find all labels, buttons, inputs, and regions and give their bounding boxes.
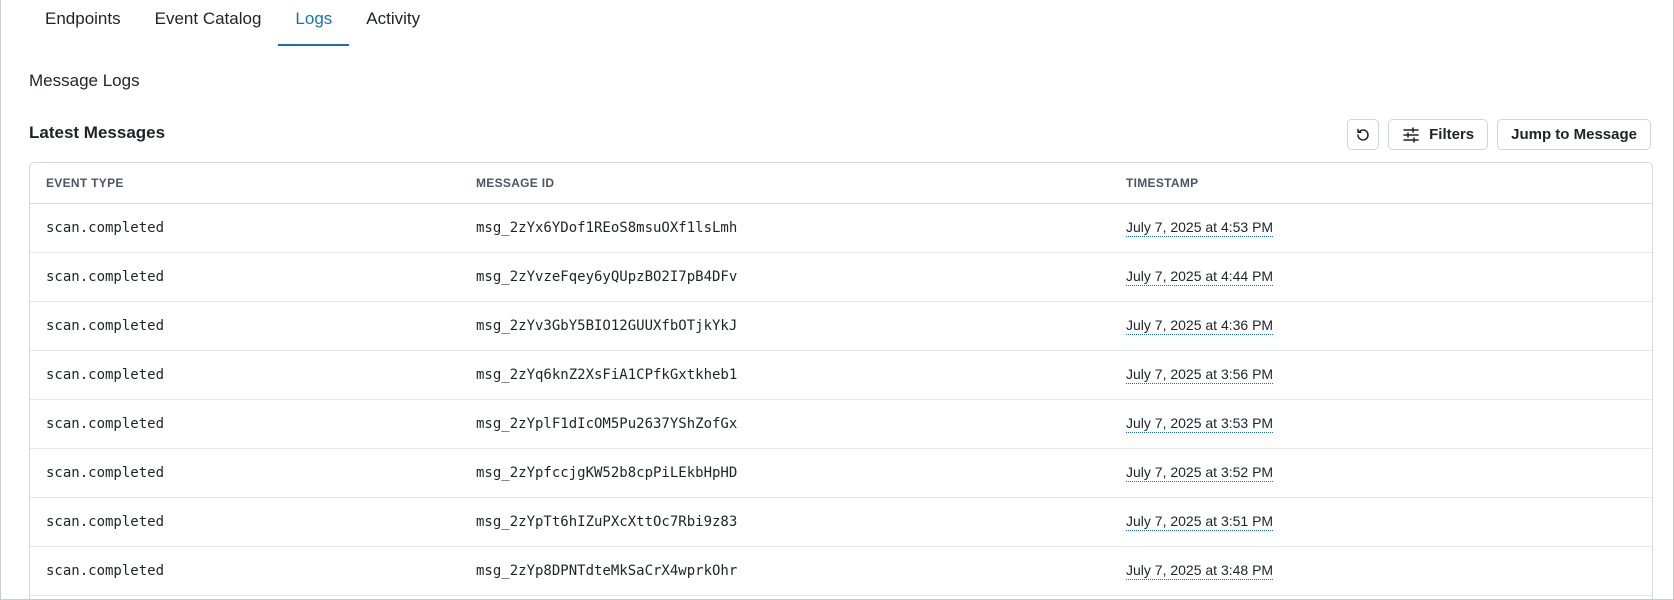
message-id-cell: msg_2zYpTt6hIZuPXcXttOc7Rbi9z83	[476, 514, 738, 530]
tab-bar: Endpoints Event Catalog Logs Activity	[28, 0, 437, 46]
column-header-timestamp: TIMESTAMP	[1126, 176, 1199, 190]
event-type-cell: scan.completed	[46, 367, 165, 383]
message-id-cell: msg_2zYplF1dIcOM5Pu2637YShZofGx	[476, 416, 738, 432]
table-row[interactable]: scan.completed msg_2zYpTt6hIZuPXcXttOc7R…	[30, 498, 1652, 547]
message-id-cell: msg_2zYx6YDof1REoS8msuOXf1lsLmh	[476, 220, 738, 236]
event-type-cell: scan.completed	[46, 563, 165, 579]
table-row[interactable]: scan.completed msg_2zYpfccjgKW52b8cpPiLE…	[30, 449, 1652, 498]
page-title: Message Logs	[29, 71, 140, 90]
table-row[interactable]: scan.completed msg_2zYv3GbY5BIO12GUUXfbO…	[30, 302, 1652, 351]
timestamp-cell[interactable]: July 7, 2025 at 4:36 PM	[1126, 317, 1274, 335]
table-row[interactable]: scan.completed msg_2zYq6knZ2XsFiA1CPfkGx…	[30, 351, 1652, 400]
timestamp-cell[interactable]: July 7, 2025 at 4:53 PM	[1126, 219, 1274, 237]
message-id-cell: msg_2zYq6knZ2XsFiA1CPfkGxtkheb1	[476, 367, 738, 383]
event-type-cell: scan.completed	[46, 269, 165, 285]
filters-label: Filters	[1429, 126, 1475, 143]
refresh-button[interactable]	[1347, 119, 1380, 150]
sliders-icon	[1402, 126, 1420, 143]
jump-to-message-button[interactable]: Jump to Message	[1497, 119, 1651, 150]
table-row[interactable]: scan.completed msg_2zYvzeFqey6yQUpzBO2I7…	[30, 253, 1652, 302]
event-type-cell: scan.completed	[46, 318, 165, 334]
table-header: EVENT TYPE MESSAGE ID TIMESTAMP	[30, 163, 1652, 204]
section-title: Latest Messages	[29, 123, 166, 142]
toolbar: Filters Jump to Message	[1347, 119, 1651, 150]
table-row[interactable]: scan.completed msg_2zYp8DPNTdteMkSaCrX4w…	[30, 547, 1652, 596]
filters-button[interactable]: Filters	[1388, 119, 1489, 150]
event-type-cell: scan.completed	[46, 465, 165, 481]
column-header-event-type: EVENT TYPE	[46, 176, 124, 190]
message-id-cell: msg_2zYv3GbY5BIO12GUUXfbOTjkYkJ	[476, 318, 738, 334]
message-id-cell: msg_2zYp8DPNTdteMkSaCrX4wprkOhr	[476, 563, 738, 579]
tab-logs[interactable]: Logs	[278, 0, 350, 46]
messages-table: EVENT TYPE MESSAGE ID TIMESTAMP scan.com…	[29, 162, 1653, 599]
tab-endpoints[interactable]: Endpoints	[28, 0, 138, 46]
timestamp-cell[interactable]: July 7, 2025 at 3:53 PM	[1126, 415, 1274, 433]
event-type-cell: scan.completed	[46, 514, 165, 530]
table-row[interactable]: scan.completed msg_2zYplF1dIcOM5Pu2637YS…	[30, 400, 1652, 449]
logs-panel: Endpoints Event Catalog Logs Activity Me…	[0, 0, 1674, 600]
tab-event-catalog[interactable]: Event Catalog	[138, 0, 279, 46]
tab-activity[interactable]: Activity	[349, 0, 437, 46]
message-id-cell: msg_2zYpfccjgKW52b8cpPiLEkbHpHD	[476, 465, 738, 481]
timestamp-cell[interactable]: July 7, 2025 at 3:48 PM	[1126, 562, 1274, 580]
timestamp-cell[interactable]: July 7, 2025 at 4:44 PM	[1126, 268, 1274, 286]
refresh-icon	[1355, 127, 1371, 143]
table-row[interactable]: scan.completed msg_2zYx6YDof1REoS8msuOXf…	[30, 204, 1652, 253]
event-type-cell: scan.completed	[46, 220, 165, 236]
event-type-cell: scan.completed	[46, 416, 165, 432]
column-header-message-id: MESSAGE ID	[476, 176, 555, 190]
timestamp-cell[interactable]: July 7, 2025 at 3:52 PM	[1126, 464, 1274, 482]
message-id-cell: msg_2zYvzeFqey6yQUpzBO2I7pB4DFv	[476, 269, 738, 285]
timestamp-cell[interactable]: July 7, 2025 at 3:51 PM	[1126, 513, 1274, 531]
timestamp-cell[interactable]: July 7, 2025 at 3:56 PM	[1126, 366, 1274, 384]
